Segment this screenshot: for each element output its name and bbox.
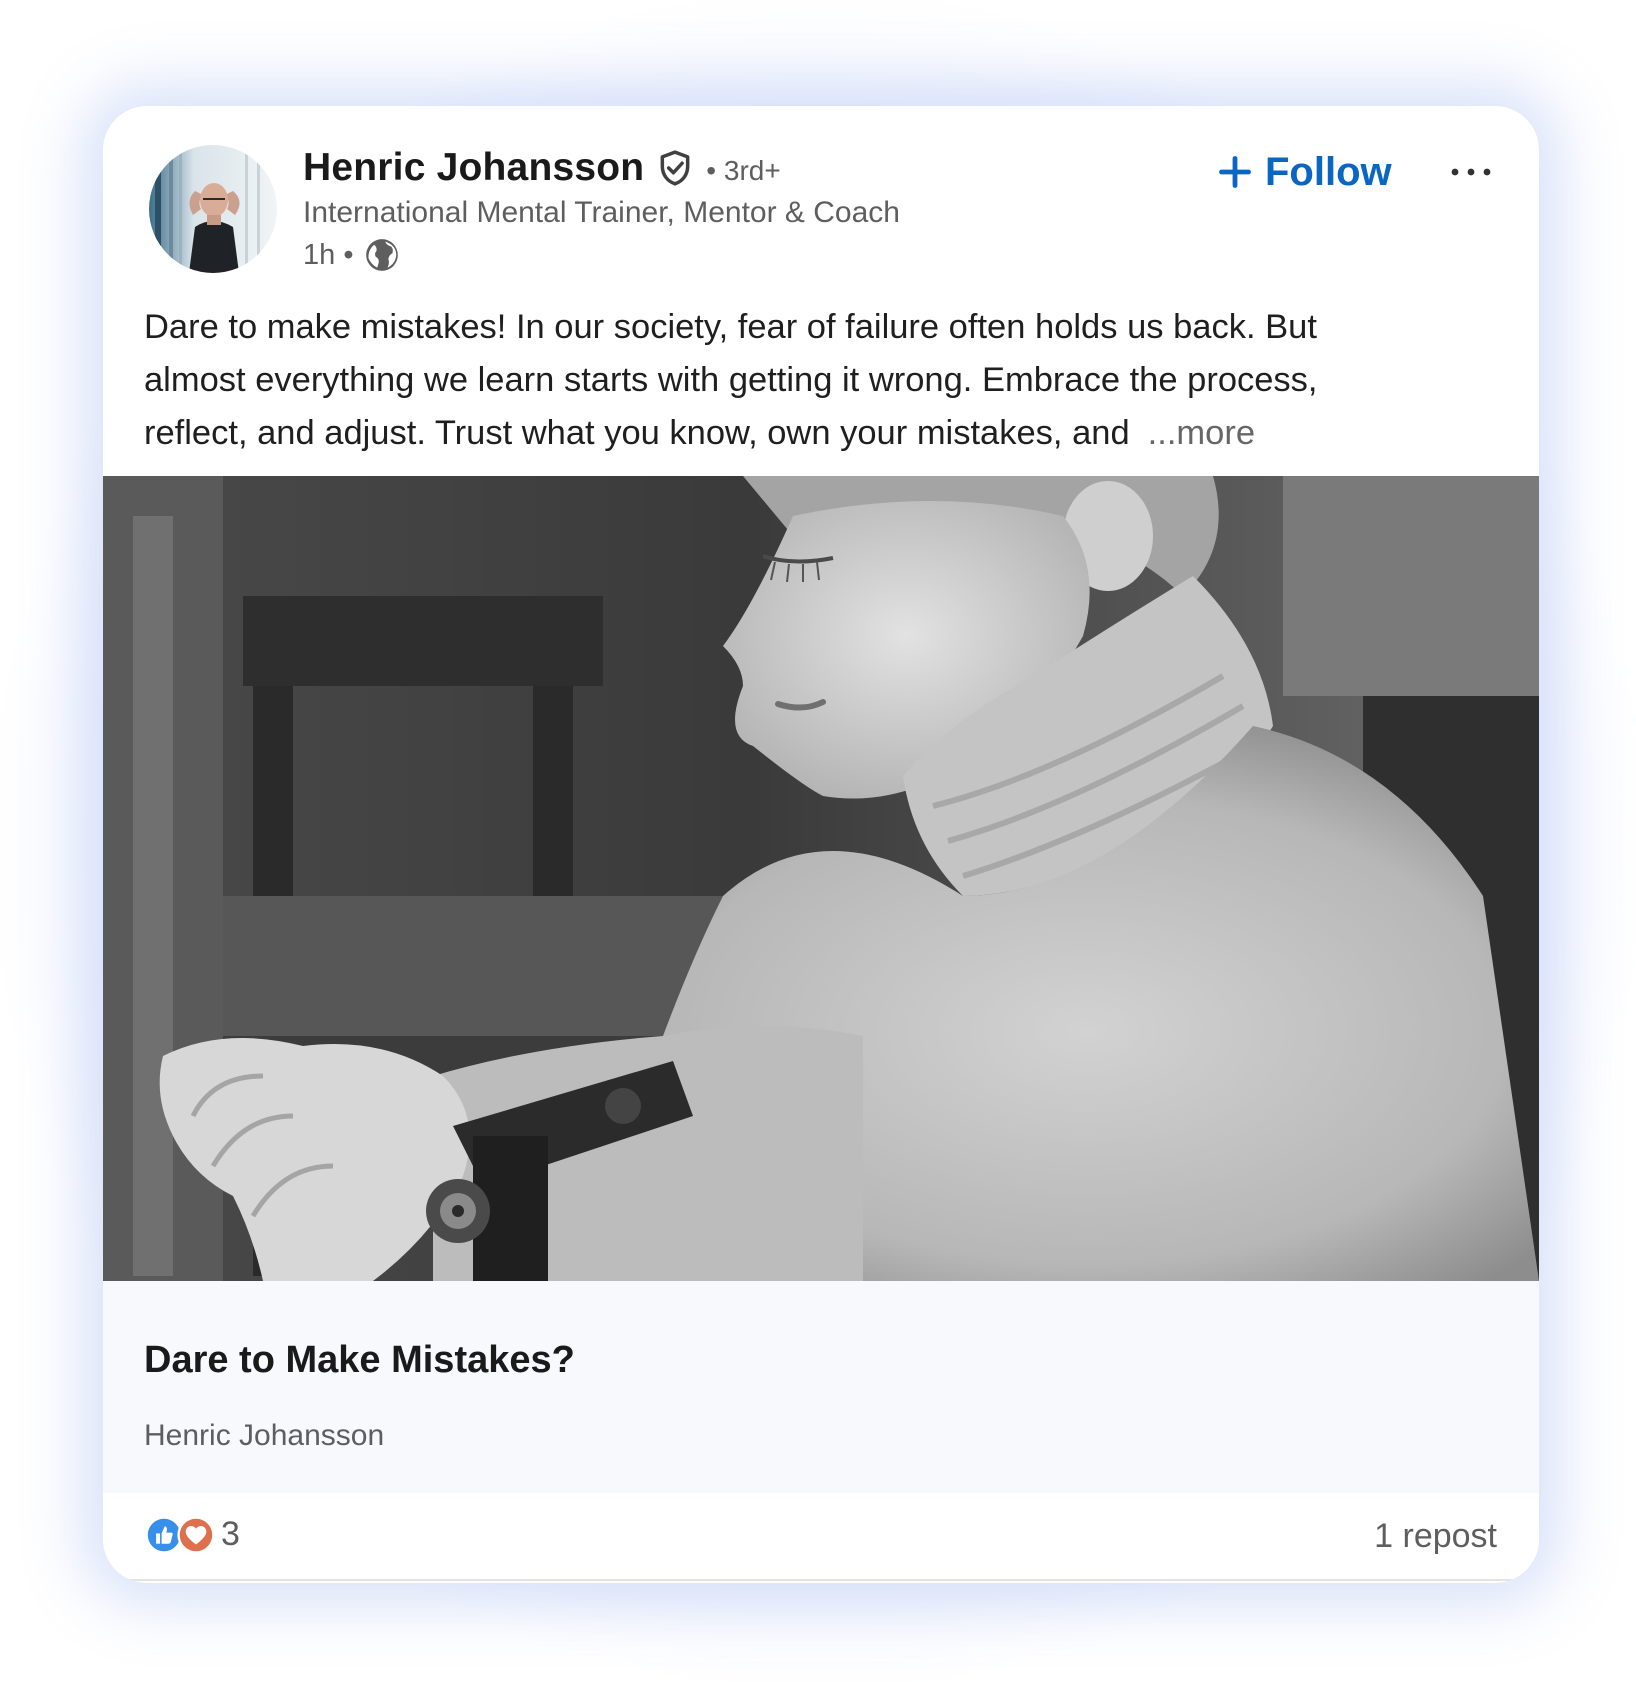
ellipsis-icon <box>1451 168 1491 176</box>
author-name-row: Henric Johansson • 3rd+ <box>303 146 781 190</box>
reaction-count: 3 <box>221 1515 240 1553</box>
post-text-line: reflect, and adjust. Trust what you know… <box>144 407 1504 460</box>
article-title: Dare to Make Mistakes? <box>144 1339 575 1381</box>
post-text-line: Dare to make mistakes! In our society, f… <box>144 308 1317 346</box>
love-reaction-icon <box>177 1515 215 1554</box>
post-photo <box>103 476 1539 1281</box>
divider <box>103 1579 1539 1581</box>
follow-button[interactable]: Follow <box>1209 140 1400 204</box>
shield-check-icon <box>656 149 694 187</box>
post-body: Dare to make mistakes! In our society, f… <box>144 301 1504 460</box>
follow-label: Follow <box>1265 149 1392 194</box>
see-more-link[interactable]: ...more <box>1148 414 1255 452</box>
post-text-line: almost everything we learn starts with g… <box>144 361 1318 399</box>
author-avatar[interactable] <box>149 145 277 273</box>
article-author: Henric Johansson <box>144 1419 385 1452</box>
avatar-photo <box>149 145 277 273</box>
post-image[interactable] <box>103 476 1539 1281</box>
article-preview[interactable]: Dare to Make Mistakes? Henric Johansson <box>103 1281 1539 1493</box>
more-options-button[interactable] <box>1443 152 1499 192</box>
plus-icon <box>1217 154 1253 190</box>
author-name[interactable]: Henric Johansson <box>303 146 644 190</box>
social-counts-bar: 3 1 repost <box>103 1493 1539 1581</box>
post-meta: 1h • <box>303 236 401 274</box>
author-headline: International Mental Trainer, Mentor & C… <box>303 196 900 229</box>
post-time: 1h • <box>303 238 354 271</box>
globe-icon <box>363 236 401 274</box>
repost-count[interactable]: 1 repost <box>1374 1517 1497 1556</box>
reactions-summary[interactable]: 3 <box>145 1515 240 1554</box>
post-card: Henric Johansson • 3rd+ International Me… <box>103 106 1539 1583</box>
post-text-segment: reflect, and adjust. Trust what you know… <box>144 414 1130 452</box>
connection-degree: • 3rd+ <box>706 155 781 186</box>
